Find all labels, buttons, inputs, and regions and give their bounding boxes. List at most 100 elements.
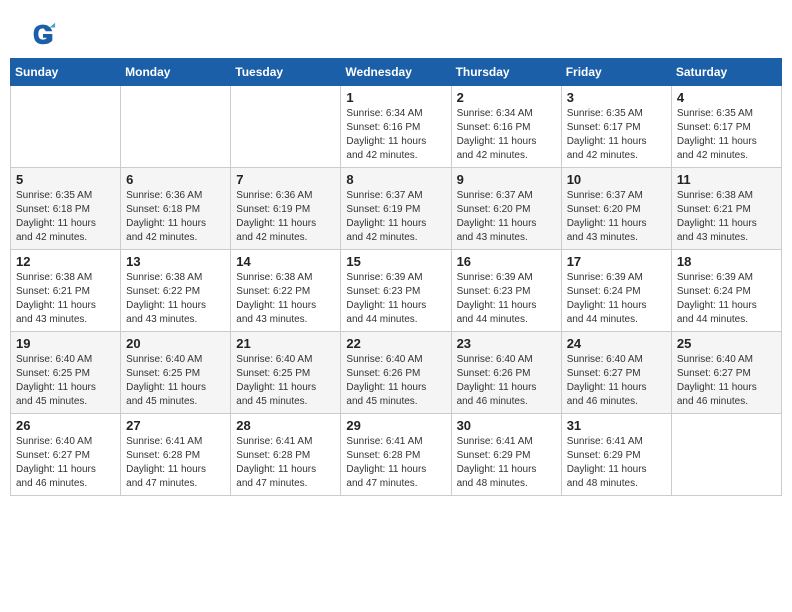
calendar-cell: 26 Sunrise: 6:40 AM Sunset: 6:27 PM Dayli…: [11, 414, 121, 496]
calendar-header: SundayMondayTuesdayWednesdayThursdayFrid…: [11, 59, 782, 86]
page-header: [10, 10, 782, 53]
day-number: 9: [457, 172, 556, 187]
calendar-cell: 28 Sunrise: 6:41 AM Sunset: 6:28 PM Dayli…: [231, 414, 341, 496]
header-friday: Friday: [561, 59, 671, 86]
calendar-cell: 27Sunrise: 6:41 AM Sunset: 6:28 PM Dayli…: [121, 414, 231, 496]
day-info: Sunrise: 6:40 AM Sunset: 6:27 PM Dayligh…: [16, 435, 115, 491]
day-info: Sunrise: 6:40 AM Sunset: 6:26 PM Dayligh…: [346, 353, 445, 409]
week-row-5: 26 Sunrise: 6:40 AM Sunset: 6:27 PM Dayli…: [11, 414, 782, 496]
week-row-1: 1Sunrise: 6:34 AM Sunset: 6:16 PM Daylig…: [11, 86, 782, 168]
logo-icon: [29, 20, 57, 48]
day-number: 2: [457, 90, 556, 105]
day-info: Sunrise: 6:41 AM Sunset: 6:28 PM Dayligh…: [346, 435, 445, 491]
calendar-cell: 8 Sunrise: 6:37 AM Sunset: 6:19 PM Daylig…: [341, 168, 451, 250]
calendar-cell: 7 Sunrise: 6:36 AM Sunset: 6:19 PM Daylig…: [231, 168, 341, 250]
day-info: Sunrise: 6:40 AM Sunset: 6:25 PM Dayligh…: [126, 353, 225, 409]
day-number: 13: [126, 254, 225, 269]
header-monday: Monday: [121, 59, 231, 86]
calendar-cell: 14 Sunrise: 6:38 AM Sunset: 6:22 PM Dayli…: [231, 250, 341, 332]
day-info: Sunrise: 6:36 AM Sunset: 6:18 PM Dayligh…: [126, 189, 225, 245]
calendar-cell: 18 Sunrise: 6:39 AM Sunset: 6:24 PM Dayli…: [671, 250, 781, 332]
calendar-cell: 15Sunrise: 6:39 AM Sunset: 6:23 PM Dayli…: [341, 250, 451, 332]
day-info: Sunrise: 6:35 AM Sunset: 6:17 PM Dayligh…: [677, 107, 776, 163]
day-number: 5: [16, 172, 115, 187]
day-info: Sunrise: 6:34 AM Sunset: 6:16 PM Dayligh…: [457, 107, 556, 163]
day-number: 15: [346, 254, 445, 269]
calendar-cell: 31 Sunrise: 6:41 AM Sunset: 6:29 PM Dayli…: [561, 414, 671, 496]
calendar-cell: [11, 86, 121, 168]
week-row-2: 5Sunrise: 6:35 AM Sunset: 6:18 PM Daylig…: [11, 168, 782, 250]
day-info: Sunrise: 6:41 AM Sunset: 6:29 PM Dayligh…: [457, 435, 556, 491]
header-thursday: Thursday: [451, 59, 561, 86]
day-info: Sunrise: 6:39 AM Sunset: 6:24 PM Dayligh…: [567, 271, 666, 327]
calendar-cell: 25Sunrise: 6:40 AM Sunset: 6:27 PM Dayli…: [671, 332, 781, 414]
day-number: 3: [567, 90, 666, 105]
calendar-table: SundayMondayTuesdayWednesdayThursdayFrid…: [10, 58, 782, 496]
day-number: 26: [16, 418, 115, 433]
day-info: Sunrise: 6:40 AM Sunset: 6:27 PM Dayligh…: [567, 353, 666, 409]
calendar-cell: 4 Sunrise: 6:35 AM Sunset: 6:17 PM Daylig…: [671, 86, 781, 168]
header-row: SundayMondayTuesdayWednesdayThursdayFrid…: [11, 59, 782, 86]
day-info: Sunrise: 6:40 AM Sunset: 6:27 PM Dayligh…: [677, 353, 776, 409]
calendar-cell: 1Sunrise: 6:34 AM Sunset: 6:16 PM Daylig…: [341, 86, 451, 168]
header-tuesday: Tuesday: [231, 59, 341, 86]
calendar-cell: 6 Sunrise: 6:36 AM Sunset: 6:18 PM Daylig…: [121, 168, 231, 250]
day-number: 6: [126, 172, 225, 187]
calendar-cell: 3Sunrise: 6:35 AM Sunset: 6:17 PM Daylig…: [561, 86, 671, 168]
calendar-cell: 20 Sunrise: 6:40 AM Sunset: 6:25 PM Dayli…: [121, 332, 231, 414]
day-info: Sunrise: 6:37 AM Sunset: 6:20 PM Dayligh…: [457, 189, 556, 245]
day-number: 20: [126, 336, 225, 351]
calendar-cell: [231, 86, 341, 168]
day-number: 19: [16, 336, 115, 351]
calendar-cell: 17 Sunrise: 6:39 AM Sunset: 6:24 PM Dayli…: [561, 250, 671, 332]
calendar-cell: 24Sunrise: 6:40 AM Sunset: 6:27 PM Dayli…: [561, 332, 671, 414]
day-number: 14: [236, 254, 335, 269]
day-info: Sunrise: 6:37 AM Sunset: 6:19 PM Dayligh…: [346, 189, 445, 245]
calendar-cell: 30 Sunrise: 6:41 AM Sunset: 6:29 PM Dayli…: [451, 414, 561, 496]
day-info: Sunrise: 6:39 AM Sunset: 6:24 PM Dayligh…: [677, 271, 776, 327]
day-number: 17: [567, 254, 666, 269]
day-info: Sunrise: 6:41 AM Sunset: 6:29 PM Dayligh…: [567, 435, 666, 491]
calendar-cell: 2 Sunrise: 6:34 AM Sunset: 6:16 PM Daylig…: [451, 86, 561, 168]
day-number: 12: [16, 254, 115, 269]
day-number: 10: [567, 172, 666, 187]
calendar-cell: 5Sunrise: 6:35 AM Sunset: 6:18 PM Daylig…: [11, 168, 121, 250]
day-info: Sunrise: 6:39 AM Sunset: 6:23 PM Dayligh…: [457, 271, 556, 327]
day-number: 18: [677, 254, 776, 269]
calendar-cell: 10 Sunrise: 6:37 AM Sunset: 6:20 PM Dayli…: [561, 168, 671, 250]
logo: [25, 20, 57, 48]
day-number: 30: [457, 418, 556, 433]
day-info: Sunrise: 6:40 AM Sunset: 6:25 PM Dayligh…: [16, 353, 115, 409]
calendar-cell: 13Sunrise: 6:38 AM Sunset: 6:22 PM Dayli…: [121, 250, 231, 332]
day-info: Sunrise: 6:34 AM Sunset: 6:16 PM Dayligh…: [346, 107, 445, 163]
day-info: Sunrise: 6:40 AM Sunset: 6:25 PM Dayligh…: [236, 353, 335, 409]
day-number: 21: [236, 336, 335, 351]
calendar-cell: 11 Sunrise: 6:38 AM Sunset: 6:21 PM Dayli…: [671, 168, 781, 250]
day-number: 23: [457, 336, 556, 351]
day-number: 31: [567, 418, 666, 433]
calendar-cell: [671, 414, 781, 496]
header-wednesday: Wednesday: [341, 59, 451, 86]
day-number: 27: [126, 418, 225, 433]
day-info: Sunrise: 6:38 AM Sunset: 6:22 PM Dayligh…: [236, 271, 335, 327]
calendar-cell: 9 Sunrise: 6:37 AM Sunset: 6:20 PM Daylig…: [451, 168, 561, 250]
day-info: Sunrise: 6:38 AM Sunset: 6:21 PM Dayligh…: [677, 189, 776, 245]
day-number: 7: [236, 172, 335, 187]
day-info: Sunrise: 6:38 AM Sunset: 6:21 PM Dayligh…: [16, 271, 115, 327]
day-info: Sunrise: 6:36 AM Sunset: 6:19 PM Dayligh…: [236, 189, 335, 245]
day-number: 28: [236, 418, 335, 433]
day-info: Sunrise: 6:37 AM Sunset: 6:20 PM Dayligh…: [567, 189, 666, 245]
week-row-4: 19 Sunrise: 6:40 AM Sunset: 6:25 PM Dayli…: [11, 332, 782, 414]
calendar-cell: [121, 86, 231, 168]
week-row-3: 12 Sunrise: 6:38 AM Sunset: 6:21 PM Dayli…: [11, 250, 782, 332]
day-number: 22: [346, 336, 445, 351]
calendar-cell: 21 Sunrise: 6:40 AM Sunset: 6:25 PM Dayli…: [231, 332, 341, 414]
day-number: 11: [677, 172, 776, 187]
day-number: 29: [346, 418, 445, 433]
calendar-cell: 19 Sunrise: 6:40 AM Sunset: 6:25 PM Dayli…: [11, 332, 121, 414]
day-number: 4: [677, 90, 776, 105]
day-number: 8: [346, 172, 445, 187]
calendar-cell: 16Sunrise: 6:39 AM Sunset: 6:23 PM Dayli…: [451, 250, 561, 332]
day-info: Sunrise: 6:41 AM Sunset: 6:28 PM Dayligh…: [236, 435, 335, 491]
header-saturday: Saturday: [671, 59, 781, 86]
